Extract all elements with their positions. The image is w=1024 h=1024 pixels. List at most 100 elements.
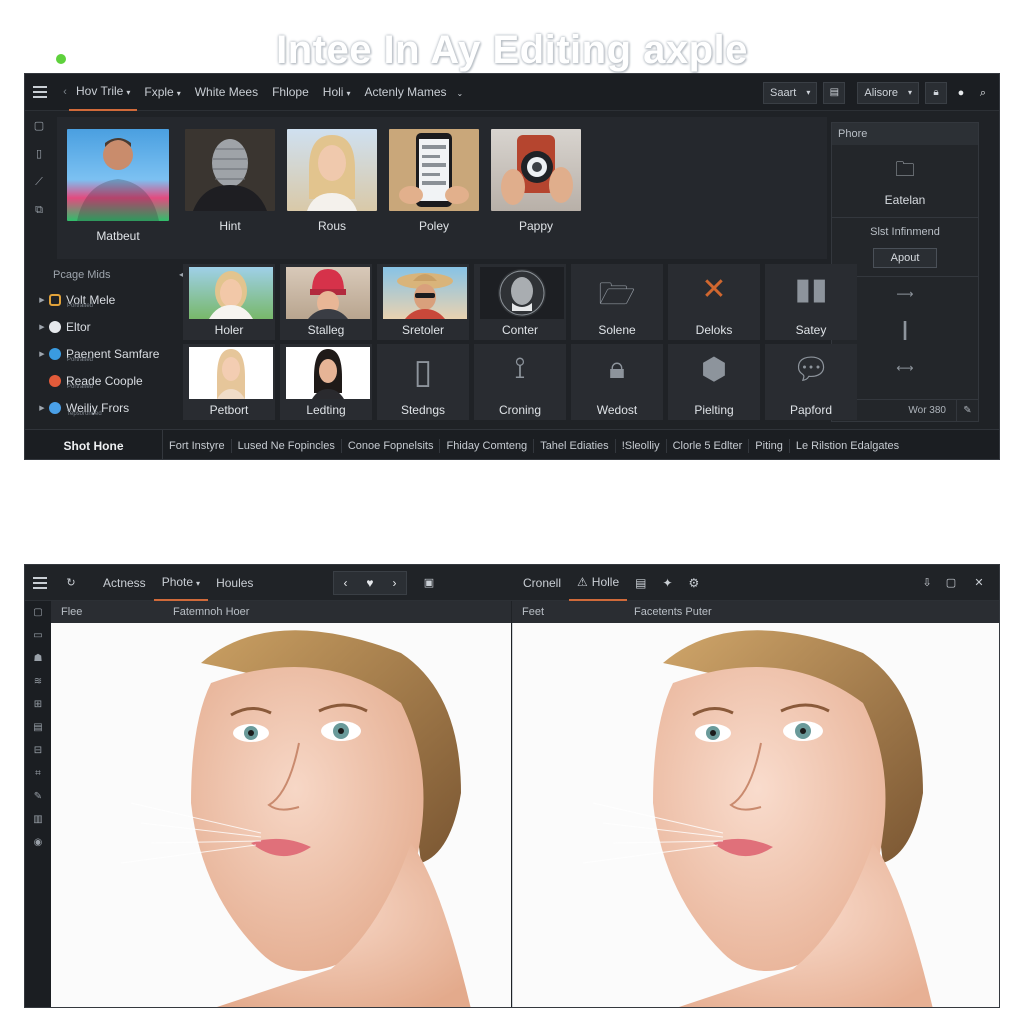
- tile-petbort[interactable]: Petbort: [183, 344, 275, 420]
- tile-wedost[interactable]: 🔒︎ Wedost: [571, 344, 663, 420]
- tile-deloks[interactable]: ✕ Deloks: [668, 264, 760, 340]
- tile-stedngs[interactable]: ▯ Stedngs: [377, 344, 469, 420]
- tile-label: Solene: [598, 323, 636, 337]
- microphone-photo: [185, 129, 275, 211]
- left-pane-header: Flee Fatemnoh Hoer: [51, 601, 511, 623]
- user-icon[interactable]: ☗: [25, 647, 51, 670]
- settings-gear-icon[interactable]: ⚙: [681, 565, 708, 601]
- page-modes-list: Pcage Mids ◂ ▶ Volt Mele Portraited ▶ Eltor …: [35, 264, 185, 424]
- right-pane-label: Feet: [522, 606, 545, 618]
- menu-item-actenly-mames[interactable]: Actenly Mames ⌄: [357, 74, 470, 111]
- gallery-card-hint[interactable]: Hint: [185, 129, 275, 233]
- menu-item-fxple[interactable]: Fxple ▾: [137, 74, 187, 111]
- edit-pencil-icon[interactable]: ✎: [956, 400, 978, 421]
- top-left-rail: ▢ ▯ ⟋ ⧉: [25, 112, 53, 232]
- gallery-caption: Rous: [317, 219, 346, 233]
- crop-icon[interactable]: ⌗: [25, 762, 51, 785]
- bottom-category-bar: Shot Hone Fort Instyre Lused Ne Fopincle…: [25, 429, 999, 459]
- panel-item-infinmend[interactable]: Slst Infinmend: [832, 226, 978, 238]
- text-icon[interactable]: ▥: [25, 808, 51, 831]
- tool-rail: ▢ ▭ ☗ ≋ ⊞ ▤ ⊟ ⌗ ✎ ▥ ◉: [25, 601, 51, 1007]
- lock-icon[interactable]: 🔒︎: [925, 82, 947, 104]
- menu-item-holle[interactable]: ⚠︎ Holle: [569, 565, 628, 601]
- grid-icon[interactable]: ⊞: [25, 693, 51, 716]
- category-item[interactable]: Fort Instyre: [163, 438, 232, 453]
- heart-icon[interactable]: ♥: [366, 576, 373, 590]
- portrait-after-photo: [513, 623, 999, 1007]
- tile-pielting[interactable]: ⬢ Pielting: [668, 344, 760, 420]
- hamburger-menu-icon[interactable]: [33, 577, 47, 589]
- close-icon[interactable]: ✕: [971, 572, 987, 594]
- category-item[interactable]: !Sleolliy: [616, 438, 667, 453]
- tile-ledting[interactable]: Ledting: [280, 344, 372, 420]
- apout-button[interactable]: Apout: [873, 248, 937, 268]
- list-item-eltor[interactable]: ▶ Eltor: [35, 313, 185, 340]
- menu-item-hov-trile[interactable]: Hov Trile ▾: [69, 74, 138, 111]
- tile-label: Petbort: [209, 403, 249, 417]
- hamburger-menu-icon[interactable]: [33, 86, 47, 98]
- tile-satey[interactable]: ▮▮ Satey: [765, 264, 857, 340]
- gallery-card-rous[interactable]: Rous: [287, 129, 377, 233]
- tile-stalleg[interactable]: Stalleg: [280, 264, 372, 340]
- category-item[interactable]: Tahel Ediaties: [534, 438, 616, 453]
- copy-icon[interactable]: ⧉: [25, 196, 53, 224]
- brush-icon[interactable]: ⟋: [25, 168, 53, 196]
- menu-item-white-mees[interactable]: White Mees: [188, 74, 265, 111]
- panel-item-eatelan[interactable]: Eatelan: [832, 193, 978, 207]
- before-image-canvas[interactable]: [51, 623, 511, 1007]
- layers-icon[interactable]: ▢: [25, 112, 53, 140]
- pen-icon[interactable]: ✎: [25, 785, 51, 808]
- shot-home-button[interactable]: Shot Hone: [25, 429, 163, 459]
- stamp-icon[interactable]: ⊟: [25, 739, 51, 762]
- category-item[interactable]: Clorle 5 Edlter: [667, 438, 750, 453]
- gallery-card-matbeut[interactable]: Matbeut: [67, 129, 169, 243]
- menu-item-fhlope[interactable]: Fhlope: [265, 74, 316, 111]
- category-item[interactable]: Piting: [749, 438, 790, 453]
- menu-item-cronell[interactable]: Cronell: [515, 565, 569, 601]
- layers-icon[interactable]: ▢: [25, 601, 51, 624]
- gallery-card-pappy[interactable]: Pappy: [491, 129, 581, 233]
- grid-icon[interactable]: ▤: [823, 82, 846, 104]
- tile-holer[interactable]: Holer: [183, 264, 275, 340]
- next-arrow-icon[interactable]: ›: [393, 576, 397, 590]
- menu-item-houles[interactable]: Houles: [208, 565, 261, 601]
- frame-icon[interactable]: ▣: [421, 572, 437, 594]
- brush-icon[interactable]: ≋: [25, 670, 51, 693]
- menu-item-actness[interactable]: Actness: [95, 565, 154, 601]
- chat-icon[interactable]: ●: [953, 82, 969, 104]
- after-image-canvas[interactable]: [512, 623, 999, 1007]
- right-pane-header: Feet Facetents Puter: [512, 601, 999, 623]
- gallery-card-poley[interactable]: Poley: [389, 129, 479, 233]
- list-item-volt-mele[interactable]: ▶ Volt Mele Portraited: [35, 286, 185, 313]
- download-icon[interactable]: ⇩: [919, 572, 935, 594]
- top-menu-bar: Hov Trile ▾ Fxple ▾ White Mees Fhlope Holi…: [69, 74, 470, 111]
- alisore-dropdown[interactable]: Alisore ▾: [857, 82, 919, 104]
- tile-papford[interactable]: 💬︎ Papford: [765, 344, 857, 420]
- prev-arrow-icon[interactable]: ‹: [343, 576, 347, 590]
- tile-conter[interactable]: Conter: [474, 264, 566, 340]
- category-item[interactable]: Conoe Fopnelsits: [342, 438, 441, 453]
- category-item[interactable]: Lused Ne Fopincles: [232, 438, 342, 453]
- list-item-paenent-samfare[interactable]: ▶ Paenent Samfare Portraited: [35, 340, 185, 367]
- tile-sretoler[interactable]: Sretoler: [377, 264, 469, 340]
- menu-item-holi[interactable]: Holi ▾: [316, 74, 358, 111]
- maximize-icon[interactable]: ▢: [943, 572, 959, 594]
- category-item[interactable]: Fhiday Comteng: [440, 438, 535, 453]
- search-icon[interactable]: ⌕: [975, 82, 991, 104]
- file-icon[interactable]: ▯: [25, 140, 53, 168]
- menu-item-phote[interactable]: Phote ▾: [153, 565, 209, 601]
- category-item[interactable]: Le Rilstion Edalgates: [790, 439, 905, 453]
- refresh-icon[interactable]: ↻: [63, 572, 79, 594]
- image-icon[interactable]: ▤: [25, 716, 51, 739]
- tile-solene[interactable]: 🗁︎ Solene: [571, 264, 663, 340]
- file-icon[interactable]: ▭: [25, 624, 51, 647]
- eye-icon[interactable]: ◉: [25, 831, 51, 854]
- tile-croning[interactable]: ⟟ Croning: [474, 344, 566, 420]
- list-item-reade-coople[interactable]: Reade Coople Portraited: [35, 367, 185, 394]
- list-item-weiliy-frors[interactable]: ▶ Weiliy Frors Tepsoroneed: [35, 394, 185, 421]
- tile-label: Croning: [498, 403, 542, 417]
- folder-icon: 🗁︎: [598, 278, 636, 311]
- magic-wand-icon[interactable]: ✦: [654, 565, 680, 601]
- clipboard-icon[interactable]: ▤: [627, 565, 654, 601]
- saart-dropdown[interactable]: Saart ▾: [763, 82, 818, 104]
